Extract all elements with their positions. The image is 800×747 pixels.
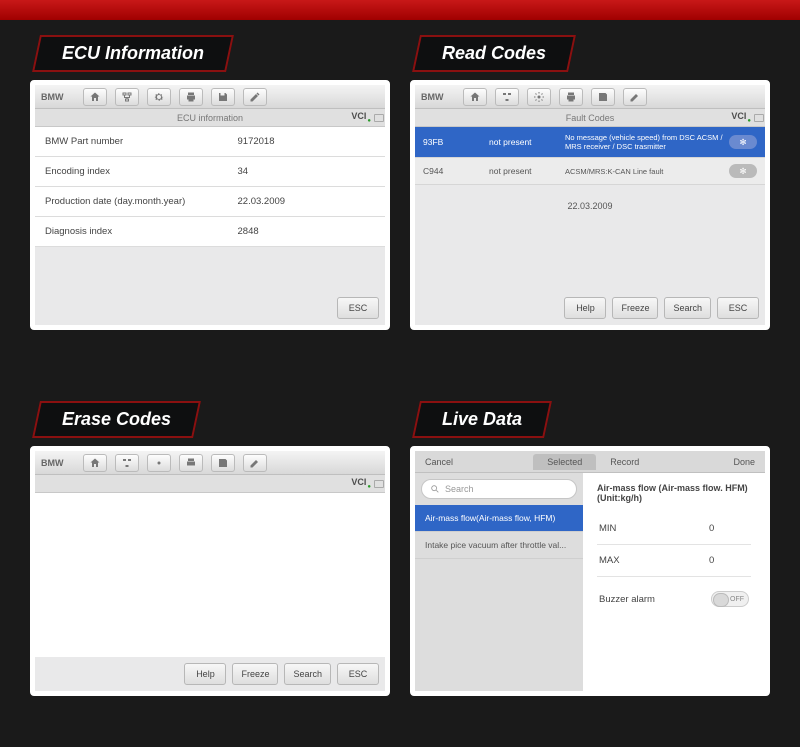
panel-read: Read Codes BMW Fault Codes VCI● 93FB not… — [410, 35, 770, 381]
ecu-row: Production date (day.month.year)22.03.20… — [35, 187, 385, 217]
print-icon[interactable] — [179, 454, 203, 472]
max-row: MAX 0 — [597, 545, 751, 577]
fault-row[interactable]: 93FB not present No message (vehicle spe… — [415, 127, 765, 158]
button-bar: Help Freeze Search ESC — [415, 291, 765, 325]
live-topbar: Cancel Selected Record Done — [415, 451, 765, 473]
brand-label: BMW — [41, 458, 75, 468]
label-erase: Erase Codes — [32, 401, 201, 438]
min-row: MIN 0 — [597, 513, 751, 545]
tab-record[interactable]: Record — [596, 454, 653, 470]
fault-row[interactable]: C944 not present ACSM/MRS:K-CAN Line fau… — [415, 158, 765, 185]
print-icon[interactable] — [559, 88, 583, 106]
print-icon[interactable] — [179, 88, 203, 106]
edit-icon[interactable] — [243, 454, 267, 472]
param-item[interactable]: Air-mass flow(Air-mass flow, HFM) — [415, 505, 583, 532]
home-icon[interactable] — [463, 88, 487, 106]
save-icon[interactable] — [591, 88, 615, 106]
ecu-row: BMW Part number9172018 — [35, 127, 385, 157]
subheader-title: ECU information — [177, 113, 243, 123]
subheader: ECU information VCI● — [35, 109, 385, 127]
freeze-button[interactable]: Freeze — [612, 297, 658, 319]
help-button[interactable]: Help — [184, 663, 226, 685]
home-icon[interactable] — [83, 454, 107, 472]
toolbar: BMW — [415, 85, 765, 109]
camera-icon[interactable] — [374, 480, 384, 488]
device-ecu: BMW ECU information VCI● BMW Part number… — [30, 80, 390, 330]
live-body: Search Air-mass flow(Air-mass flow, HFM)… — [415, 473, 765, 691]
snowflake-icon[interactable]: ✻ — [729, 164, 757, 178]
help-button[interactable]: Help — [564, 297, 606, 319]
main-grid: ECU Information BMW ECU information VCI●… — [0, 20, 800, 747]
search-icon — [430, 484, 440, 494]
vci-badge: VCI● — [351, 111, 371, 124]
toolbar: BMW — [35, 451, 385, 475]
tab-selected[interactable]: Selected — [533, 454, 596, 470]
ecu-row: Encoding index34 — [35, 157, 385, 187]
device-read: BMW Fault Codes VCI● 93FB not present No… — [410, 80, 770, 330]
search-button[interactable]: Search — [284, 663, 331, 685]
panel-live: Live Data Cancel Selected Record Done Se… — [410, 401, 770, 747]
accent-top-bar — [0, 0, 800, 20]
vci-badge: VCI● — [351, 477, 371, 490]
snowflake-icon[interactable]: ✻ — [729, 135, 757, 149]
detail-title: Air-mass flow (Air-mass flow. HFM)(Unit:… — [597, 483, 751, 503]
label-ecu: ECU Information — [32, 35, 234, 72]
save-icon[interactable] — [211, 454, 235, 472]
search-input[interactable]: Search — [421, 479, 577, 499]
tree-icon[interactable] — [495, 88, 519, 106]
ecu-content: BMW Part number9172018 Encoding index34 … — [35, 127, 385, 325]
freeze-button[interactable]: Freeze — [232, 663, 278, 685]
label-live: Live Data — [412, 401, 552, 438]
live-left-pane: Search Air-mass flow(Air-mass flow, HFM)… — [415, 473, 583, 691]
toolbar: BMW — [35, 85, 385, 109]
button-bar: ESC — [35, 291, 385, 325]
button-bar: Help Freeze Search ESC — [35, 657, 385, 691]
label-read: Read Codes — [412, 35, 576, 72]
live-right-pane: Air-mass flow (Air-mass flow. HFM)(Unit:… — [583, 473, 765, 691]
read-content: 93FB not present No message (vehicle spe… — [415, 127, 765, 325]
tree-icon[interactable] — [115, 88, 139, 106]
subheader: Fault Codes VCI● — [415, 109, 765, 127]
search-button[interactable]: Search — [664, 297, 711, 319]
gear-icon[interactable] — [527, 88, 551, 106]
esc-button[interactable]: ESC — [717, 297, 759, 319]
erase-content: Help Freeze Search ESC — [35, 493, 385, 691]
param-item[interactable]: Intake pice vacuum after throttle val... — [415, 532, 583, 559]
gear-icon[interactable] — [147, 454, 171, 472]
device-live: Cancel Selected Record Done Search Air-m… — [410, 446, 770, 696]
brand-label: BMW — [421, 92, 455, 102]
subheader: VCI● — [35, 475, 385, 493]
camera-icon[interactable] — [374, 114, 384, 122]
save-icon[interactable] — [211, 88, 235, 106]
subheader-title: Fault Codes — [566, 113, 615, 123]
device-erase: BMW VCI● Help Freeze Search ESC — [30, 446, 390, 696]
panel-ecu: ECU Information BMW ECU information VCI●… — [30, 35, 390, 381]
esc-button[interactable]: ESC — [337, 297, 379, 319]
panel-erase: Erase Codes BMW VCI● Help Freeze — [30, 401, 390, 747]
date-stamp: 22.03.2009 — [415, 185, 765, 227]
done-button[interactable]: Done — [724, 457, 766, 467]
tree-icon[interactable] — [115, 454, 139, 472]
ecu-row: Diagnosis index2848 — [35, 217, 385, 247]
buzzer-toggle[interactable]: OFF — [711, 591, 749, 607]
home-icon[interactable] — [83, 88, 107, 106]
edit-icon[interactable] — [243, 88, 267, 106]
cancel-button[interactable]: Cancel — [415, 457, 463, 467]
esc-button[interactable]: ESC — [337, 663, 379, 685]
vci-badge: VCI● — [731, 111, 751, 124]
edit-icon[interactable] — [623, 88, 647, 106]
camera-icon[interactable] — [754, 114, 764, 122]
brand-label: BMW — [41, 92, 75, 102]
buzzer-row: Buzzer alarm OFF — [597, 577, 751, 607]
gear-icon[interactable] — [147, 88, 171, 106]
